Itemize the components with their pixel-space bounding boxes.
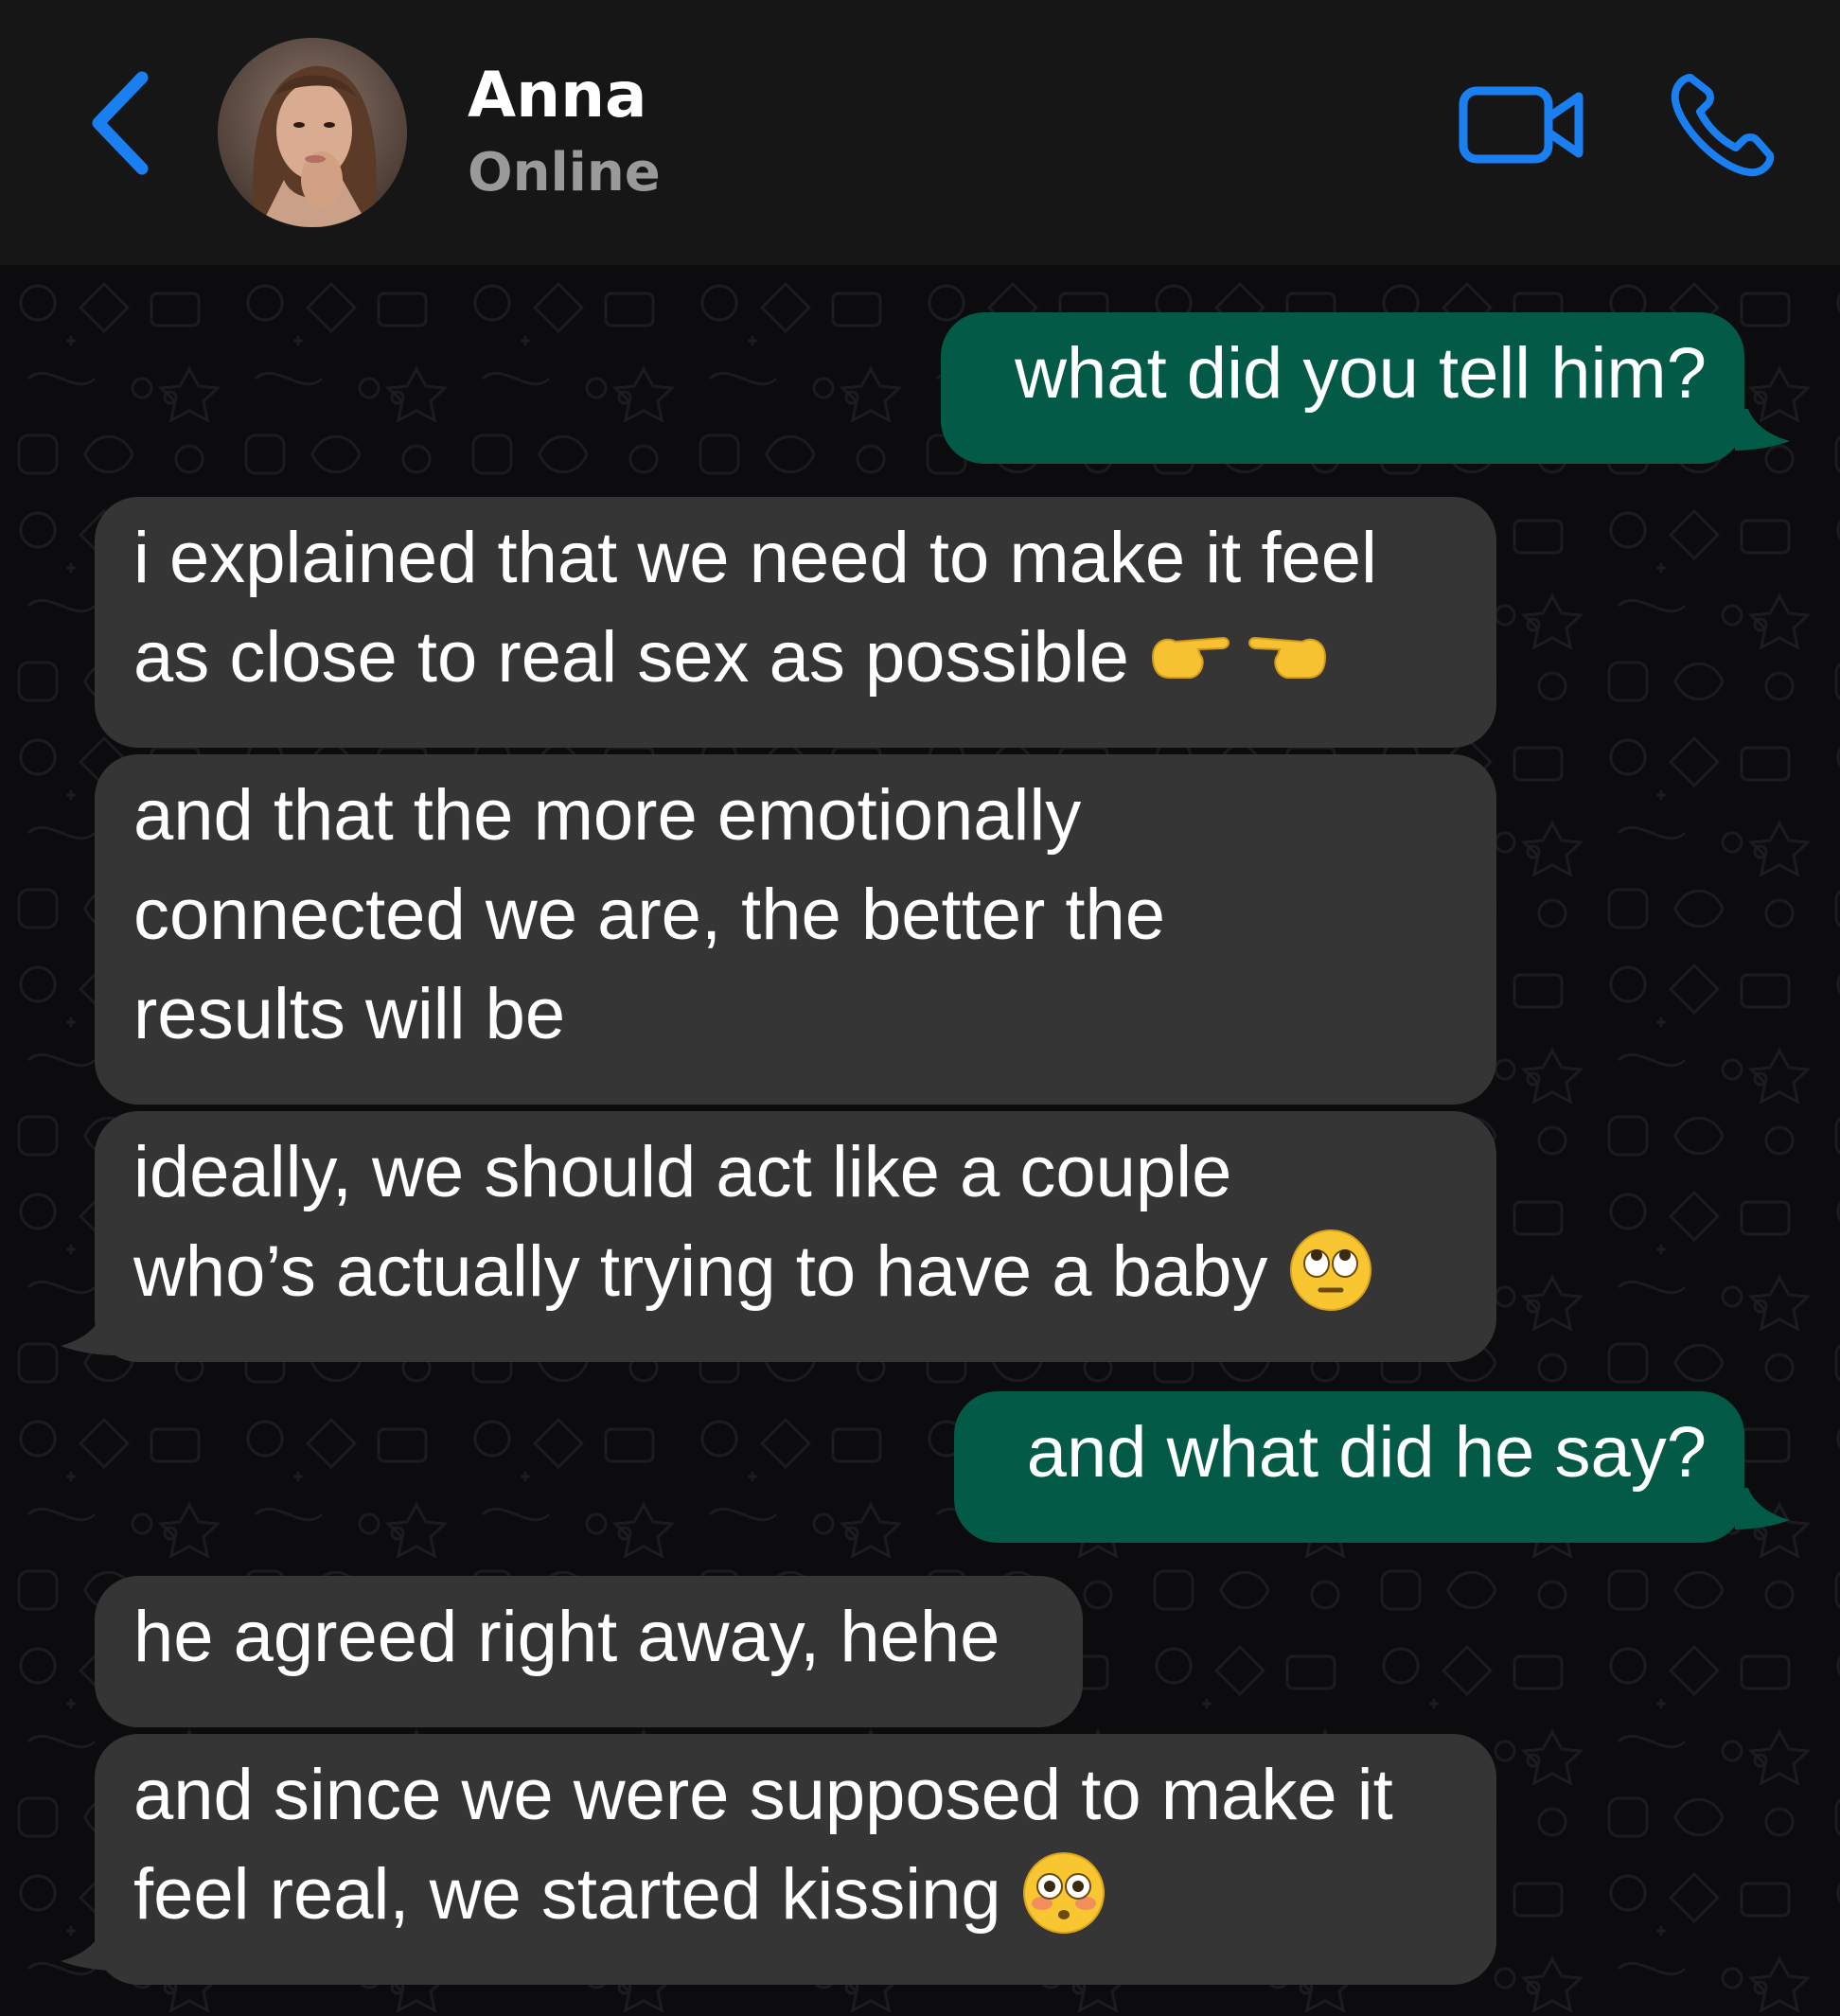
- flushed-emoji: [1022, 1851, 1105, 1934]
- message-bubble-incoming[interactable]: he agreed right away, hehe: [95, 1576, 1083, 1727]
- message-text: and since we were supposed to make it: [133, 1755, 1393, 1835]
- message-text: i explained that we need to make it feel: [133, 518, 1377, 598]
- message-text-line: as close to real sex as possible: [133, 608, 1459, 707]
- profile-photo: [218, 38, 407, 227]
- message-text: results will be: [133, 974, 566, 1054]
- chat-screen: Anna Online what did you tell him? i exp…: [0, 0, 1840, 2016]
- contact-name[interactable]: Anna: [468, 59, 647, 132]
- message-bubble-outgoing[interactable]: what did you tell him?: [941, 312, 1744, 464]
- chat-header: Anna Online: [0, 0, 1840, 265]
- message-text: he agreed right away, hehe: [133, 1597, 1000, 1677]
- message-bubble-incoming[interactable]: and that the more emotionally connected …: [95, 754, 1496, 1105]
- message-bubble-outgoing[interactable]: and what did he say?: [954, 1391, 1744, 1543]
- message-text: ideally, we should act like a couple: [133, 1132, 1232, 1212]
- eye-roll-emoji: [1289, 1229, 1371, 1311]
- message-text: and that the more emotionally: [133, 775, 1082, 856]
- phone-icon: [1671, 74, 1775, 177]
- voice-call-button[interactable]: [1666, 68, 1779, 182]
- chevron-left-icon: [92, 71, 149, 175]
- pointing-hands-emoji: [1151, 636, 1327, 679]
- message-list[interactable]: what did you tell him? i explained that …: [0, 265, 1840, 2016]
- message-text: what did you tell him?: [1015, 333, 1707, 414]
- video-call-button[interactable]: [1458, 78, 1590, 172]
- message-text-line: feel real, we started kissing: [133, 1845, 1459, 1944]
- message-text: connected we are, the better the: [133, 875, 1166, 955]
- message-text-line: who’s actually trying to have a baby: [133, 1222, 1459, 1321]
- video-camera-icon: [1459, 86, 1583, 164]
- message-text: and what did he say?: [1026, 1412, 1707, 1493]
- avatar[interactable]: [218, 38, 407, 227]
- contact-status: Online: [468, 142, 661, 203]
- message-bubble-incoming[interactable]: i explained that we need to make it feel…: [95, 497, 1496, 748]
- back-button[interactable]: [85, 66, 161, 180]
- message-bubble-incoming[interactable]: ideally, we should act like a couple who…: [95, 1111, 1496, 1362]
- message-bubble-incoming[interactable]: and since we were supposed to make it fe…: [95, 1734, 1496, 1985]
